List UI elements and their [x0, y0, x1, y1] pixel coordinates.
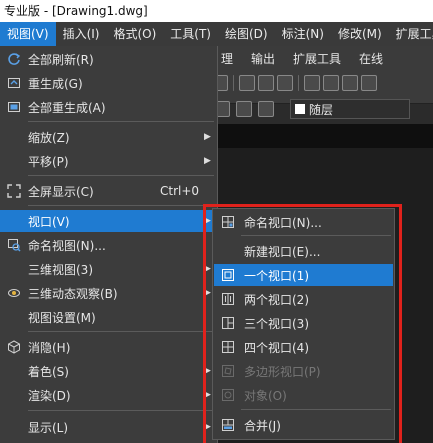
properties-icon[interactable] [304, 75, 320, 91]
hide-icon [0, 336, 28, 358]
toolbar-separator [233, 75, 234, 91]
menu-draw[interactable]: 绘图(D) [218, 22, 275, 46]
menu-separator [28, 331, 214, 332]
toolbar-separator [298, 75, 299, 91]
ribbon-tabs: 理 输出 扩展工具 在线 [212, 48, 392, 70]
fullscreen-icon [0, 180, 28, 202]
tool-palette-icon[interactable] [342, 75, 358, 91]
zoom-realtime-icon[interactable] [239, 75, 255, 91]
toolbar-row [212, 72, 433, 94]
view-menu: 全部刷新(R) 重生成(G) 全部重生成(A) 缩放(Z) ▶ 平移(P) ▶ … [0, 46, 218, 443]
menu-separator [28, 410, 214, 411]
orbit-icon [0, 282, 28, 304]
color-control[interactable]: 随层 [290, 99, 410, 119]
design-center-icon[interactable] [323, 75, 339, 91]
menu-item-viewports[interactable]: 视口(V) ▶ [0, 210, 218, 232]
menu-item-view-settings[interactable]: 视图设置(M) [0, 306, 218, 328]
menu-item-hide[interactable]: 消隐(H) [0, 336, 218, 358]
menu-dimension[interactable]: 标注(N) [275, 22, 331, 46]
menu-insert[interactable]: 插入(I) [56, 22, 107, 46]
regen-icon [0, 72, 28, 94]
menu-tools[interactable]: 工具(T) [163, 22, 218, 46]
layer-isolate-icon[interactable] [258, 101, 274, 117]
menu-bar: 视图(V) 插入(I) 格式(O) 工具(T) 绘图(D) 标注(N) 修改(M… [0, 22, 433, 46]
submenu-arrow-icon: ▶ [204, 156, 211, 166]
zoom-window-icon[interactable] [258, 75, 274, 91]
submenu-arrow-icon: ▶ [204, 132, 211, 142]
ribbon-tab-output[interactable]: 输出 [242, 48, 284, 70]
menu-item-display[interactable]: 显示(L) ▶ [0, 416, 218, 438]
menu-item-3d-views[interactable]: 三维视图(3) ▶ [0, 258, 218, 280]
window-title: 专业版 - [Drawing1.dwg] [0, 0, 433, 22]
menu-item-zoom[interactable]: 缩放(Z) ▶ [0, 126, 218, 148]
menu-separator [28, 205, 214, 206]
layer-toolbar: 随层 [212, 96, 433, 122]
ribbon-tab-extend-tools[interactable]: 扩展工具 [284, 48, 350, 70]
menu-format[interactable]: 格式(O) [106, 22, 163, 46]
ribbon-tab-online[interactable]: 在线 [350, 48, 392, 70]
named-view-icon [0, 234, 28, 256]
regen-all-icon [0, 96, 28, 118]
menu-extend-tools[interactable]: 扩展工具 [389, 22, 433, 46]
menu-item-render[interactable]: 渲染(D) ▶ [0, 384, 218, 406]
menu-item-shade[interactable]: 着色(S) ▶ [0, 360, 218, 382]
zoom-previous-icon[interactable] [277, 75, 293, 91]
sheet-set-icon[interactable] [361, 75, 377, 91]
menu-separator [28, 175, 214, 176]
color-control-label: 随层 [309, 102, 334, 117]
menu-item-regen-all-refresh[interactable]: 全部刷新(R) [0, 48, 218, 70]
menu-view[interactable]: 视图(V) [0, 22, 56, 46]
menu-item-3d-orbit[interactable]: 三维动态观察(B) ▶ [0, 282, 218, 304]
refresh-icon [0, 48, 28, 70]
menu-item-regen-all[interactable]: 全部重生成(A) [0, 96, 218, 118]
menu-modify[interactable]: 修改(M) [331, 22, 389, 46]
menu-separator [28, 121, 214, 122]
highlight-frame [203, 204, 402, 443]
menu-item-regen[interactable]: 重生成(G) [0, 72, 218, 94]
menu-item-fullscreen[interactable]: 全屏显示(C) Ctrl+0 [0, 180, 218, 202]
layer-state-icon[interactable] [236, 101, 252, 117]
shortcut-label: Ctrl+0 [160, 184, 200, 198]
file-tab-strip [212, 124, 433, 148]
menu-item-named-views[interactable]: 命名视图(N)... [0, 234, 218, 256]
color-swatch [295, 104, 305, 114]
menu-item-pan[interactable]: 平移(P) ▶ [0, 150, 218, 172]
